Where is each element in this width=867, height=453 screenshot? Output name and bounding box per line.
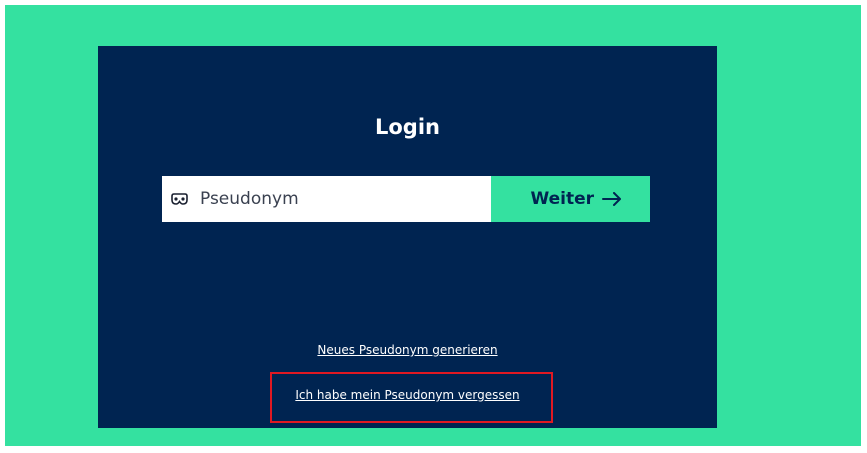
- pseudonym-field[interactable]: [162, 176, 491, 222]
- pseudonym-form: Weiter: [162, 176, 650, 222]
- weiter-label: Weiter: [530, 189, 594, 209]
- login-title: Login: [375, 115, 440, 139]
- generate-pseudonym-link[interactable]: Neues Pseudonym generieren: [98, 343, 717, 357]
- login-card: Login Weiter Neues Pseudonym generieren …: [98, 46, 717, 428]
- pseudonym-input[interactable]: [200, 189, 480, 209]
- arrow-right-icon: [602, 192, 621, 206]
- highlight-box: [270, 372, 553, 423]
- page-background: Login Weiter Neues Pseudonym generieren …: [5, 5, 861, 446]
- weiter-button[interactable]: Weiter: [491, 176, 650, 222]
- mask-icon: [171, 193, 188, 205]
